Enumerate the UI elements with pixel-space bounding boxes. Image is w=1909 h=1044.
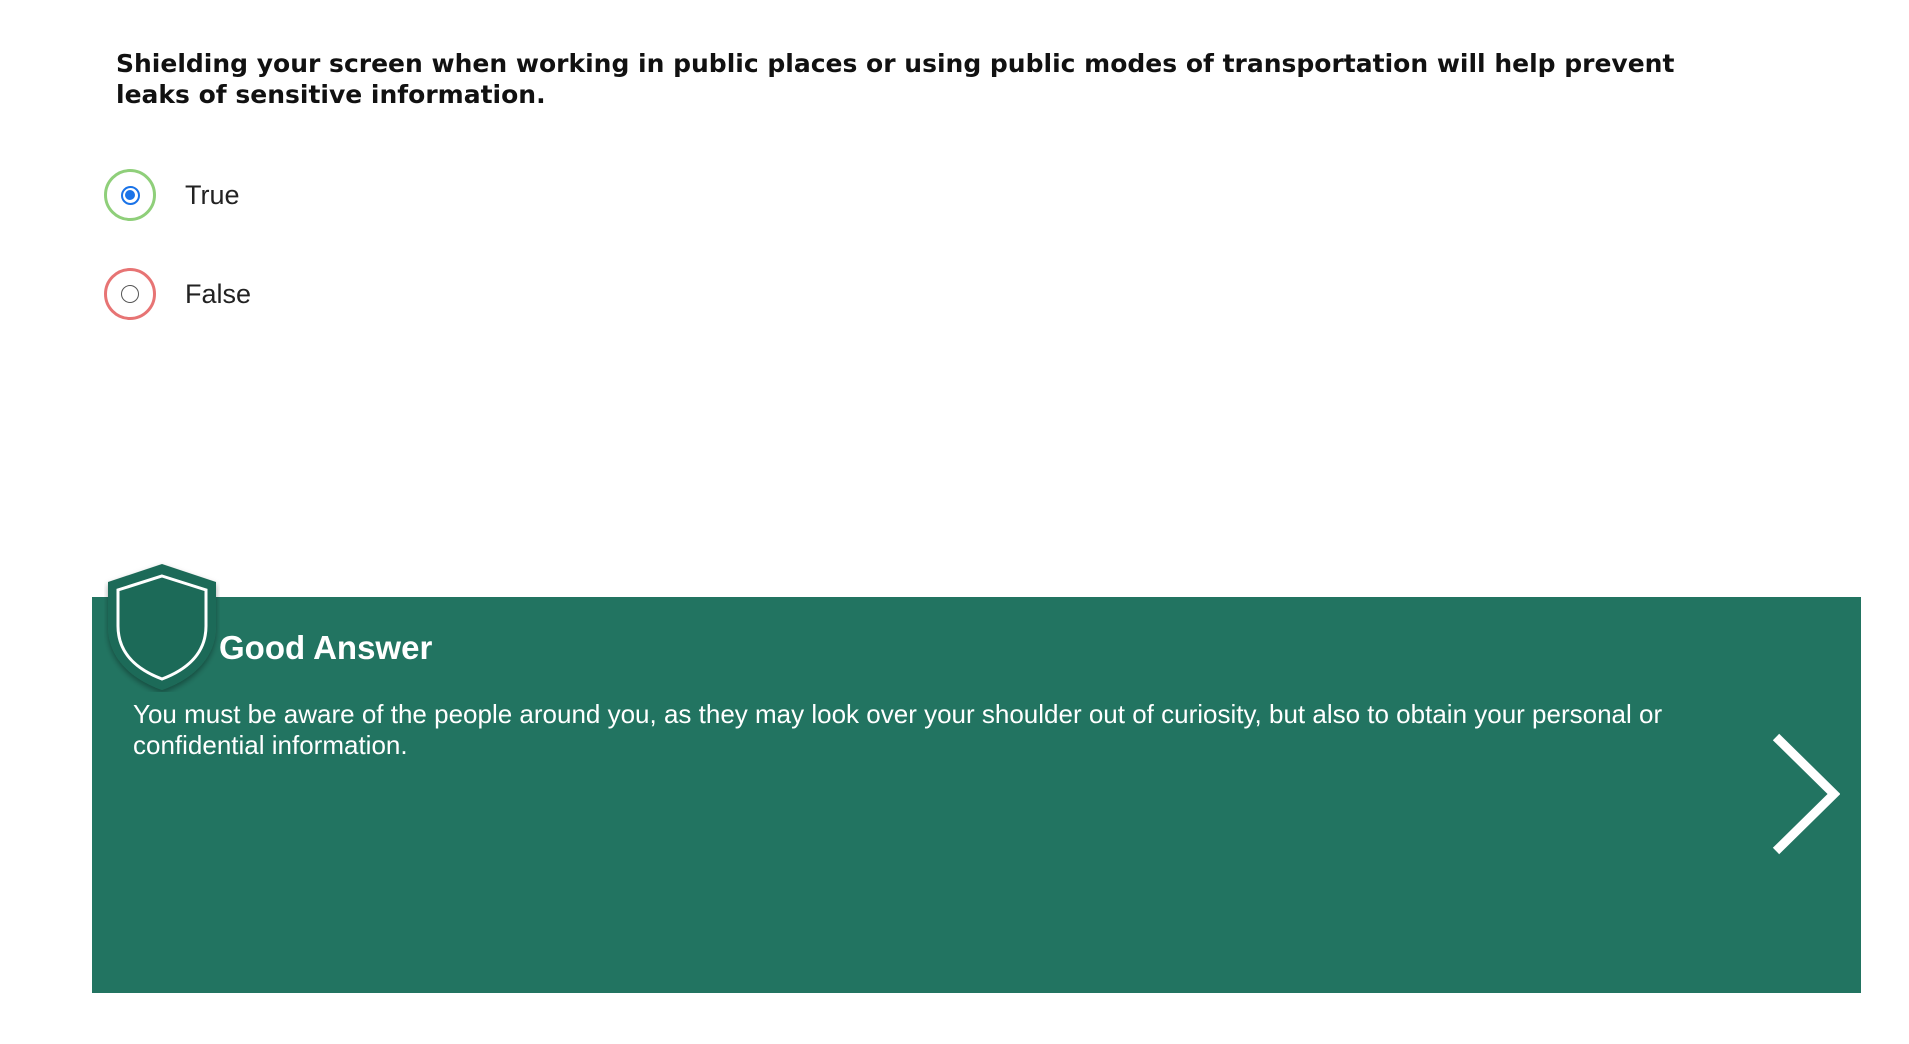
option-false-label: False: [185, 278, 252, 309]
option-false-radio[interactable]: [121, 285, 139, 303]
option-true[interactable]: True: [104, 167, 240, 223]
option-true-label: True: [185, 179, 240, 210]
feedback-text: You must be aware of the people around y…: [133, 699, 1663, 760]
question-text: Shielding your screen when working in pu…: [116, 49, 1675, 109]
shield-icon: [108, 564, 216, 690]
option-false[interactable]: False: [104, 266, 251, 322]
chevron-right-icon[interactable]: [1770, 731, 1840, 857]
option-false-ring: [104, 268, 156, 320]
option-true-radio[interactable]: [120, 185, 140, 205]
feedback-title: Good Answer: [219, 629, 433, 666]
option-true-ring: [104, 169, 156, 221]
